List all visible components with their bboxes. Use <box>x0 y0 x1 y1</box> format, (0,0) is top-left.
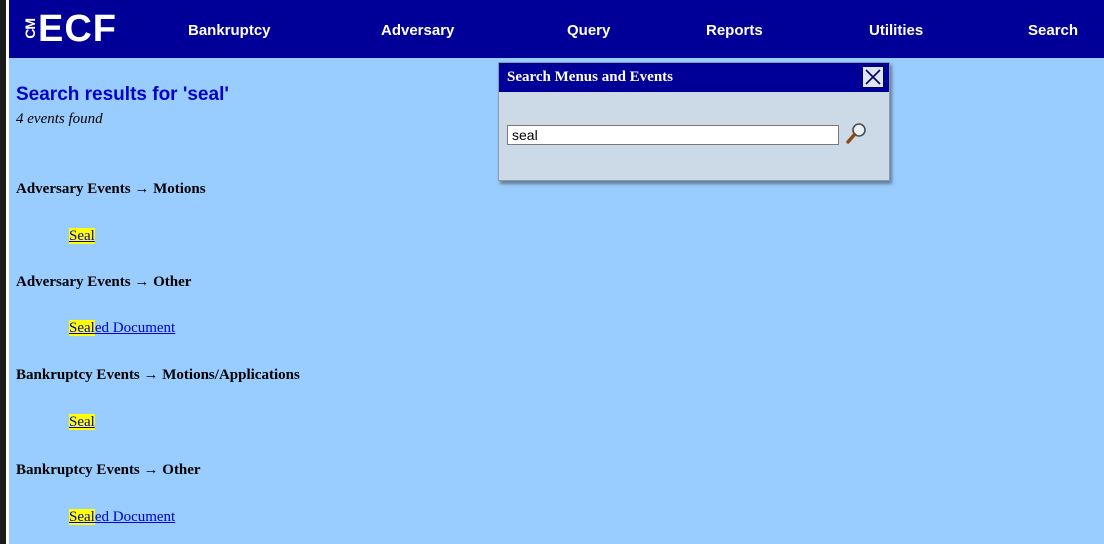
page-title: Search results for 'seal' <box>16 84 229 105</box>
result-link-sealed-document[interactable]: Sealed Document <box>69 509 175 526</box>
search-dialog: Search Menus and Events <box>498 62 890 181</box>
match-highlight: Seal <box>69 414 95 430</box>
section-heading: Bankruptcy Events → Other <box>16 462 201 478</box>
nav-reports[interactable]: Reports <box>706 22 763 39</box>
section-heading: Bankruptcy Events → Motions/Applications <box>16 367 300 383</box>
search-input[interactable] <box>507 125 839 145</box>
match-highlight: Seal <box>69 509 95 525</box>
link-rest: ed Document <box>94 320 176 336</box>
result-link-seal[interactable]: Seal <box>69 228 95 245</box>
magnifier-icon <box>846 123 866 144</box>
window-left-gap <box>6 0 9 544</box>
close-icon <box>865 69 881 85</box>
section-heading: Adversary Events → Other <box>16 274 192 290</box>
result-link-sealed-document[interactable]: Sealed Document <box>69 320 175 337</box>
logo-main-text: ECF <box>38 8 117 50</box>
results-count: 4 events found <box>16 111 103 127</box>
cmecf-logo[interactable]: CM ECF <box>22 6 117 52</box>
match-highlight: Seal <box>69 228 95 244</box>
nav-query[interactable]: Query <box>567 22 610 39</box>
dialog-title: Search Menus and Events <box>507 69 673 85</box>
match-highlight: Seal <box>69 320 95 336</box>
section-heading: Adversary Events → Motions <box>16 181 206 197</box>
top-nav-bar: CM ECF Bankruptcy Adversary Query Report… <box>9 0 1104 58</box>
nav-adversary[interactable]: Adversary <box>381 22 454 39</box>
nav-search[interactable]: Search <box>1028 22 1078 39</box>
logo-prefix: CM <box>22 19 38 39</box>
link-rest: ed Document <box>94 509 176 525</box>
result-link-seal[interactable]: Seal <box>69 414 95 431</box>
search-button[interactable] <box>845 121 869 145</box>
close-button[interactable] <box>862 66 884 88</box>
nav-utilities[interactable]: Utilities <box>869 22 923 39</box>
nav-bankruptcy[interactable]: Bankruptcy <box>188 22 271 39</box>
dialog-titlebar[interactable]: Search Menus and Events <box>499 63 889 92</box>
